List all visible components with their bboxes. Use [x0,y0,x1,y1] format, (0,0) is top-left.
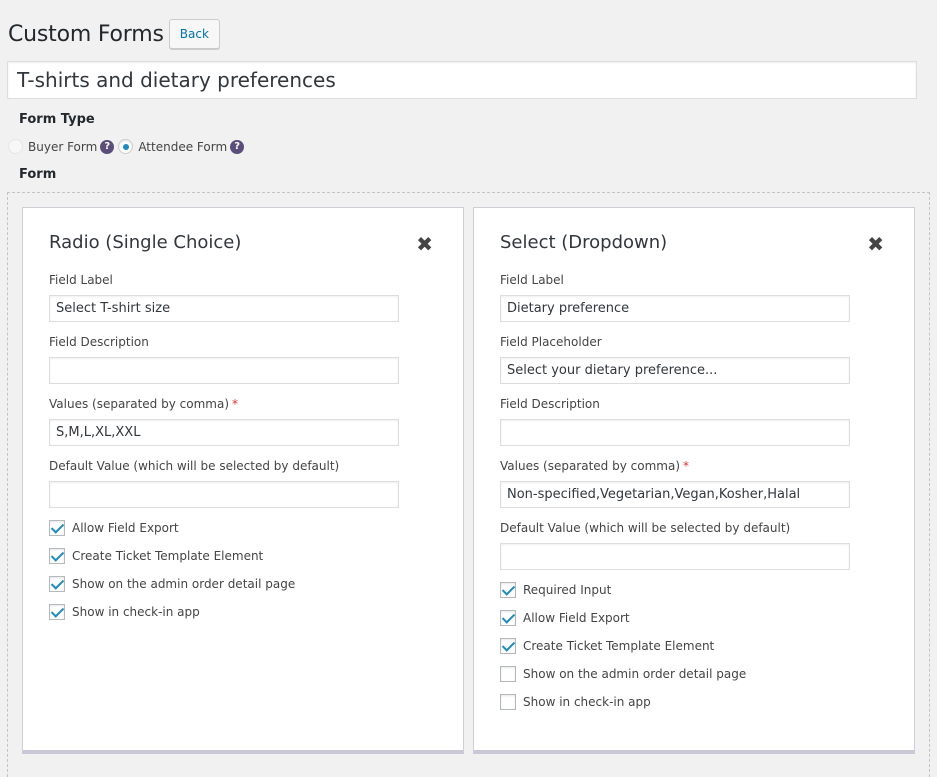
field-placeholder-label: Field Placeholder [500,335,602,349]
field-label-label: Field Label [500,273,564,287]
page-title: Custom Forms [8,21,164,47]
field-description-label: Field Description [49,335,149,349]
show-checkin-app-row[interactable]: Show in check-in app [49,604,200,620]
default-value-label: Default Value (which will be selected by… [49,459,340,473]
allow-field-export-label: Allow Field Export [72,521,179,535]
attendee-form-label: Attendee Form [138,139,228,154]
buyer-form-help-icon[interactable]: ? [100,139,115,154]
form-label: Form [19,167,57,182]
field-placeholder-input[interactable]: Select your dietary preference... [500,357,850,384]
show-admin-order-checkbox[interactable] [49,576,65,592]
show-admin-order-checkbox[interactable] [500,666,516,682]
show-checkin-app-label: Show in check-in app [72,605,200,619]
required-input-label: Required Input [523,583,612,597]
show-checkin-app-checkbox[interactable] [500,694,516,710]
buyer-form-label: Buyer Form [28,139,98,154]
allow-field-export-row[interactable]: Allow Field Export [500,610,630,626]
create-ticket-template-checkbox[interactable] [500,638,516,654]
create-ticket-template-label: Create Ticket Template Element [523,639,715,653]
field-description-input[interactable] [500,419,850,446]
allow-field-export-label: Allow Field Export [523,611,630,625]
default-value-input[interactable] [49,481,399,508]
create-ticket-template-row[interactable]: Create Ticket Template Element [49,548,263,564]
field-label-input[interactable]: Dietary preference [500,295,850,322]
attendee-form-radio[interactable] [118,139,134,154]
field-label-input[interactable]: Select T-shirt size [49,295,399,322]
select-field-card: Select (Dropdown) ✖ Field Label Dietary … [473,207,915,754]
form-type-options: Buyer Form ? Attendee Form ? [8,139,248,154]
remove-field-icon[interactable]: ✖ [867,234,884,254]
show-admin-order-label: Show on the admin order detail page [523,667,747,681]
show-admin-order-label: Show on the admin order detail page [72,577,296,591]
attendee-form-help-icon[interactable]: ? [230,139,245,154]
values-input[interactable]: Non-specified,Vegetarian,Vegan,Kosher,Ha… [500,481,850,508]
allow-field-export-checkbox[interactable] [49,520,65,536]
required-input-checkbox[interactable] [500,582,516,598]
field-description-input[interactable] [49,357,399,384]
show-checkin-app-checkbox[interactable] [49,604,65,620]
values-label: Values (separated by comma) * [49,397,238,411]
allow-field-export-checkbox[interactable] [500,610,516,626]
buyer-form-radio[interactable] [8,139,23,154]
radio-field-card: Radio (Single Choice) ✖ Field Label Sele… [22,207,464,754]
default-value-input[interactable] [500,543,850,570]
default-value-label: Default Value (which will be selected by… [500,521,791,535]
create-ticket-template-label: Create Ticket Template Element [72,549,264,563]
page-header: Custom Forms Back [8,18,220,50]
create-ticket-template-row[interactable]: Create Ticket Template Element [500,638,714,654]
form-type-label: Form Type [19,112,95,127]
show-checkin-app-label: Show in check-in app [523,695,651,709]
show-admin-order-row[interactable]: Show on the admin order detail page [49,576,295,592]
field-label-label: Field Label [49,273,113,287]
back-button[interactable]: Back [168,19,220,49]
allow-field-export-row[interactable]: Allow Field Export [49,520,179,536]
select-card-title: Select (Dropdown) [500,232,668,253]
required-marker: * [683,459,689,473]
form-title-input[interactable] [7,61,917,99]
radio-card-title: Radio (Single Choice) [49,232,242,253]
remove-field-icon[interactable]: ✖ [416,234,433,254]
field-description-label: Field Description [500,397,600,411]
show-checkin-app-row[interactable]: Show in check-in app [500,694,651,710]
values-input[interactable]: S,M,L,XL,XXL [49,419,399,446]
required-input-row[interactable]: Required Input [500,582,611,598]
create-ticket-template-checkbox[interactable] [49,548,65,564]
required-marker: * [232,397,238,411]
values-label: Values (separated by comma) * [500,459,689,473]
custom-forms-page: Custom Forms Back Form Type Buyer Form ?… [0,0,937,777]
show-admin-order-row[interactable]: Show on the admin order detail page [500,666,746,682]
